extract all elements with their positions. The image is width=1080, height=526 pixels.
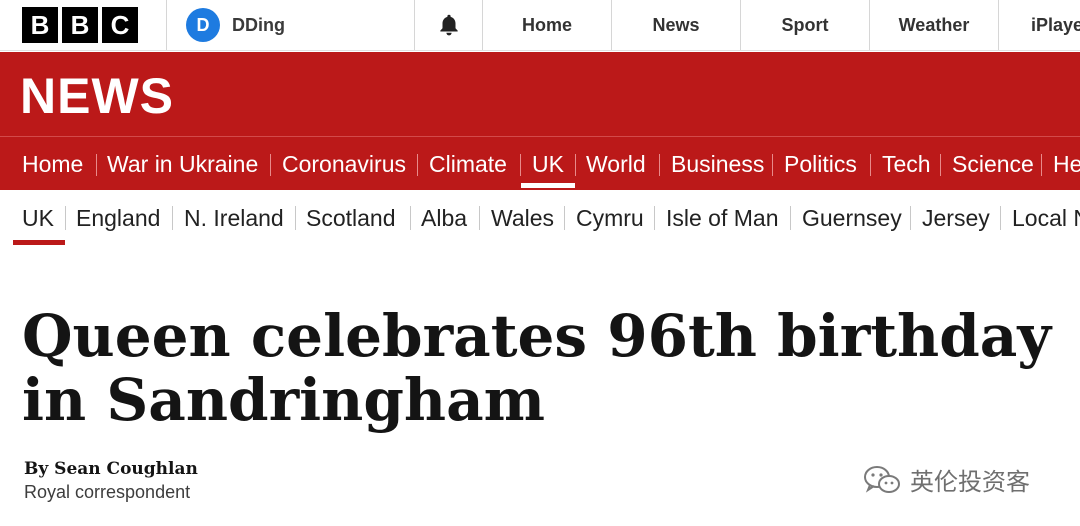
watermark: 英伦投资客 [862, 462, 1030, 497]
secondary-nav-item-local-news[interactable]: Local News [1012, 202, 1080, 234]
bbc-logo[interactable]: B B C [22, 7, 138, 43]
divider [414, 0, 415, 50]
divider [479, 206, 480, 230]
secondary-nav-item-isle-of-man[interactable]: Isle of Man [666, 202, 779, 234]
secondary-nav-item-england[interactable]: England [76, 202, 160, 234]
watermark-text: 英伦投资客 [910, 469, 1030, 496]
secondary-nav-item-cymru[interactable]: Cymru [576, 202, 644, 234]
primary-nav-item-science[interactable]: Science [952, 137, 1034, 191]
account-name: DDing [232, 14, 285, 35]
divider [772, 154, 773, 176]
divider [870, 154, 871, 176]
divider [659, 154, 660, 176]
primary-nav-item-war-in-ukraine[interactable]: War in Ukraine [107, 137, 258, 191]
divider [910, 206, 911, 230]
topnav-home[interactable]: Home [483, 0, 611, 50]
primary-nav-item-climate[interactable]: Climate [429, 137, 507, 191]
divider [790, 206, 791, 230]
topnav-sport[interactable]: Sport [741, 0, 869, 50]
article-headline: Queen celebrates 96th birthday in Sandri… [22, 302, 1052, 434]
account-link[interactable]: D DDing [186, 8, 285, 42]
bell-icon[interactable] [436, 12, 462, 38]
secondary-nav-item-scotland[interactable]: Scotland [306, 202, 396, 234]
wechat-icon [864, 465, 900, 493]
divider [1000, 206, 1001, 230]
divider [295, 206, 296, 230]
topnav-weather[interactable]: Weather [870, 0, 998, 50]
divider [410, 206, 411, 230]
divider [417, 154, 418, 176]
secondary-nav-item-alba[interactable]: Alba [421, 202, 467, 234]
bbc-logo-letter: B [22, 7, 58, 43]
active-tab-indicator [521, 183, 575, 188]
article-byline: By Sean Coughlan [24, 459, 198, 479]
secondary-nav-item-jersey[interactable]: Jersey [922, 202, 990, 234]
divider [520, 154, 521, 176]
secondary-nav-item-uk[interactable]: UK [22, 202, 54, 234]
divider [654, 206, 655, 230]
topnav-iplayer[interactable]: iPlayer [1031, 0, 1080, 50]
divider [96, 154, 97, 176]
divider [172, 206, 173, 230]
primary-nav-item-health[interactable]: Health [1053, 137, 1080, 191]
primary-nav-item-tech[interactable]: Tech [882, 137, 931, 191]
divider [998, 0, 999, 50]
divider [940, 154, 941, 176]
divider [166, 0, 167, 50]
bbc-logo-letter: C [102, 7, 138, 43]
secondary-nav-item-wales[interactable]: Wales [491, 202, 554, 234]
secondary-nav: UK England N. Ireland Scotland Alba Wale… [0, 190, 1080, 246]
topnav-news[interactable]: News [612, 0, 740, 50]
section-title[interactable]: NEWS [20, 60, 174, 132]
primary-nav-item-world[interactable]: World [586, 137, 646, 191]
primary-nav-item-coronavirus[interactable]: Coronavirus [282, 137, 406, 191]
author-role: Royal correspondent [24, 482, 191, 502]
avatar: D [186, 8, 220, 42]
primary-nav-item-politics[interactable]: Politics [784, 137, 857, 191]
divider [1041, 154, 1042, 176]
divider [575, 154, 576, 176]
bbc-logo-letter: B [62, 7, 98, 43]
divider [270, 154, 271, 176]
secondary-nav-item-n-ireland[interactable]: N. Ireland [184, 202, 284, 234]
primary-nav-item-home[interactable]: Home [22, 137, 83, 191]
primary-nav-item-business[interactable]: Business [671, 137, 764, 191]
active-subnav-indicator [13, 240, 65, 245]
secondary-nav-item-guernsey[interactable]: Guernsey [802, 202, 902, 234]
divider [65, 206, 66, 230]
divider [564, 206, 565, 230]
